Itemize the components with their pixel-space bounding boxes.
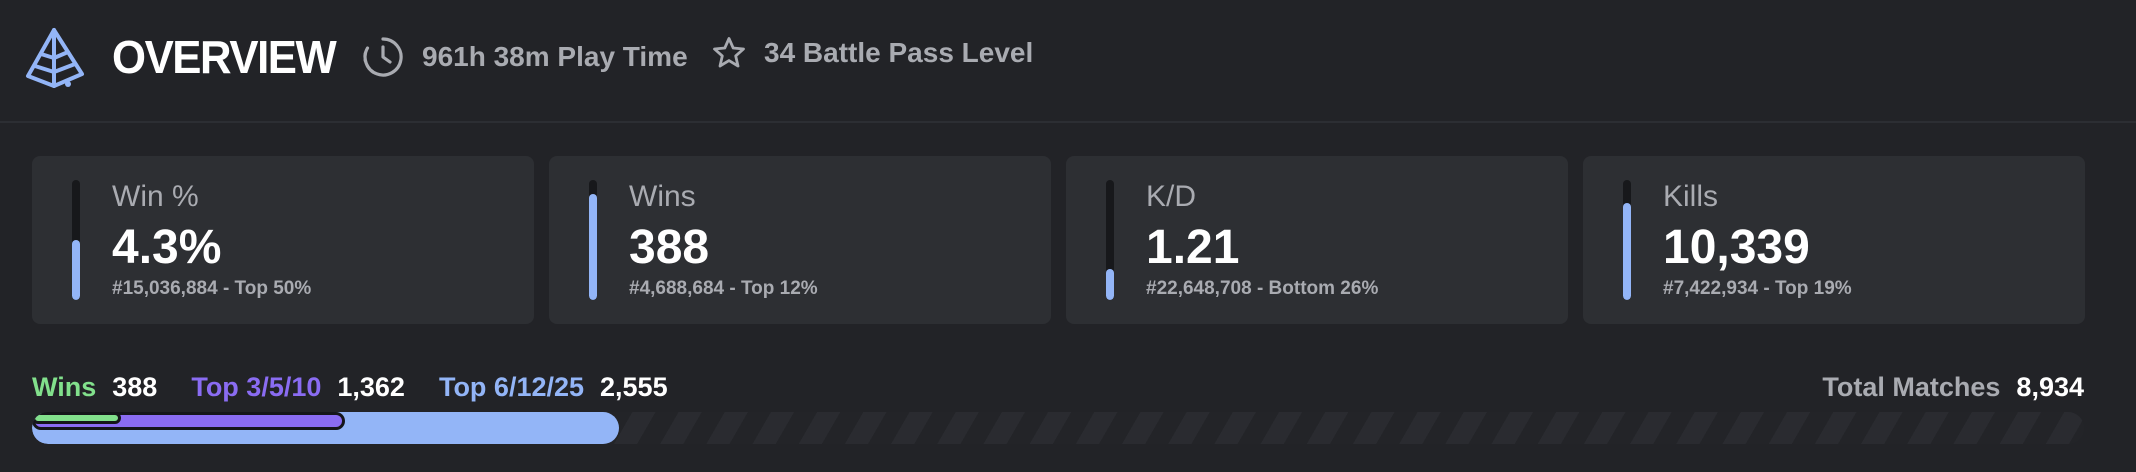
stat-label: K/D	[1146, 180, 1197, 213]
stat-cards: Win % 4.3% #15,036,884 - Top 50% Wins 38…	[32, 156, 2086, 324]
play-time-text: 961h 38m Play Time	[422, 41, 688, 72]
play-time: 961h 38m Play Time	[362, 36, 688, 78]
stat-bar-track	[72, 180, 80, 300]
stat-label: Kills	[1663, 180, 1719, 213]
stat-card-win-percent: Win % 4.3% #15,036,884 - Top 50%	[32, 156, 534, 324]
placements-legend: Wins 388 Top 3/5/10 1,362 Top 6/12/25 2,…	[32, 370, 702, 404]
stat-value: 4.3%	[112, 221, 222, 274]
stat-value: 10,339	[1663, 221, 1810, 274]
battle-pass-text: 34 Battle Pass Level	[764, 37, 1034, 68]
progress-segment-wins	[32, 412, 121, 424]
stat-bar-fill	[589, 194, 597, 300]
stat-rank: #4,688,684 - Top 12%	[629, 278, 818, 299]
stat-bar-track	[1106, 180, 1114, 300]
stat-rank: #22,648,708 - Bottom 26%	[1146, 278, 1379, 299]
legend-top25-value: 2,555	[600, 371, 668, 402]
star-icon	[712, 36, 746, 70]
legend-wins-value: 388	[112, 371, 158, 402]
page-title: OVERVIEW	[112, 31, 337, 83]
stat-value: 1.21	[1146, 221, 1240, 274]
battle-pass-level: 34 Battle Pass Level	[712, 36, 1033, 70]
stat-card-kd: K/D 1.21 #22,648,708 - Bottom 26%	[1066, 156, 1568, 324]
legend-top25-label: Top 6/12/25	[438, 371, 585, 402]
legend-wins-label: Wins	[32, 371, 97, 402]
total-matches-label: Total Matches	[1822, 371, 2001, 402]
pyramid-logo-icon	[24, 26, 88, 90]
clock-icon	[362, 36, 404, 78]
stat-card-kills: Kills 10,339 #7,422,934 - Top 19%	[1583, 156, 2085, 324]
legend-top10-label: Top 3/5/10	[191, 371, 322, 402]
stat-bar-fill	[72, 240, 80, 300]
stat-label: Wins	[629, 180, 696, 213]
stat-bar-fill	[1623, 202, 1631, 300]
legend-top10-value: 1,362	[337, 371, 405, 402]
stat-label: Win %	[112, 180, 199, 213]
total-matches-value: 8,934	[2016, 371, 2084, 402]
overview-header: OVERVIEW 961h 38m Play Time 34 Battle Pa…	[0, 0, 2136, 123]
placements-progress-bar	[32, 412, 2084, 444]
stat-bar-track	[589, 180, 597, 300]
stat-bar-track	[1623, 180, 1631, 300]
stat-card-wins: Wins 388 #4,688,684 - Top 12%	[549, 156, 1051, 324]
stat-bar-fill	[1106, 268, 1114, 300]
stat-rank: #15,036,884 - Top 50%	[112, 278, 312, 299]
stat-value: 388	[629, 221, 710, 274]
stat-rank: #7,422,934 - Top 19%	[1663, 278, 1852, 299]
total-matches: Total Matches 8,934	[1822, 370, 2084, 404]
